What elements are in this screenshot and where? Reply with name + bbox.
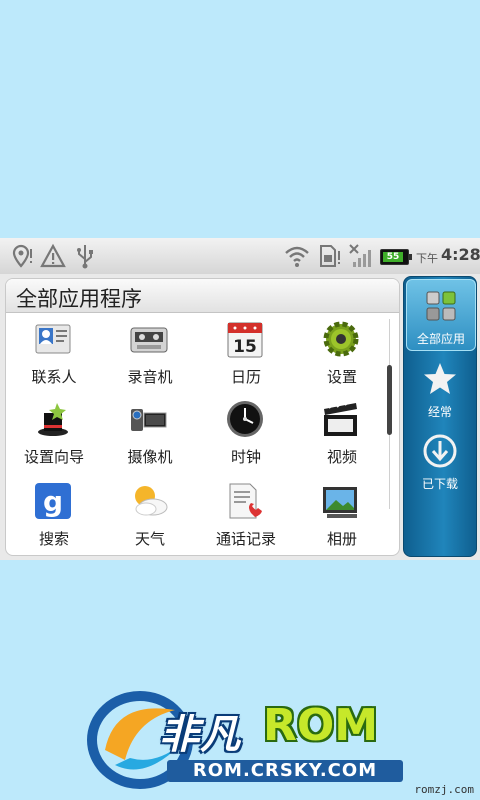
app-label: 设置 [326, 368, 357, 386]
gallery-icon [323, 487, 357, 518]
time-period: 下午 [416, 252, 438, 265]
app-gallery[interactable]: 相册 [294, 477, 390, 555]
app-setup-wizard[interactable]: 设置向导 [6, 395, 102, 473]
tab-label: 已下载 [421, 477, 458, 491]
call-log-icon [229, 483, 262, 519]
app-call-log[interactable]: 通话记录 [198, 477, 294, 555]
app-recorder[interactable]: 录音机 [102, 315, 198, 393]
app-label: 日历 [230, 368, 261, 386]
search-icon-letter: g [43, 485, 63, 518]
no-signal-icon [349, 244, 371, 267]
app-drawer-panel: 全部应用程序 联系人 录音机 15 日历 设置 设置向导 摄像机 时钟 视频 g… [5, 278, 400, 556]
tab-label: 经常 [427, 405, 452, 419]
app-contacts[interactable]: 联系人 [6, 315, 102, 393]
app-label: 设置向导 [23, 448, 84, 466]
brand-logo: 非凡 ROM ROM.CRSKY.COM [85, 690, 405, 790]
app-label: 摄像机 [127, 448, 173, 466]
star-icon [424, 363, 456, 394]
location-icon [12, 244, 32, 268]
category-tab-bar: 全部应用 经常 已下载 [403, 276, 477, 557]
settings-icon [323, 321, 359, 357]
clock-icon [227, 401, 263, 437]
scrollbar[interactable] [387, 365, 392, 435]
logo-rom-text: ROM [263, 700, 379, 751]
app-settings[interactable]: 设置 [294, 315, 390, 393]
watermark-text: romzj.com [414, 783, 474, 796]
battery-level: 55 [386, 252, 400, 262]
phone-screen: 55 下午 4:28 全部应用程序 联系人 录音机 15 日历 设置 设置向导 … [0, 238, 480, 560]
app-label: 搜索 [38, 530, 69, 548]
contacts-icon [35, 324, 71, 354]
logo-url: ROM.CRSKY.COM [167, 760, 403, 782]
app-search[interactable]: g 搜索 [6, 477, 102, 555]
usb-icon [77, 245, 93, 269]
setup-wizard-icon [38, 403, 68, 436]
app-label: 视频 [326, 448, 357, 466]
sim-warning-icon [320, 245, 340, 267]
app-label: 相册 [326, 530, 357, 548]
tab-downloaded[interactable]: 已下载 [406, 425, 474, 495]
wifi-icon [285, 246, 309, 267]
warning-icon [40, 243, 66, 268]
app-label: 录音机 [127, 368, 173, 386]
app-label: 天气 [134, 530, 165, 548]
battery-icon: 55 [380, 249, 412, 265]
app-video[interactable]: 视频 [294, 395, 390, 473]
tab-frequent[interactable]: 经常 [406, 353, 474, 423]
calendar-date-text: 15 [233, 337, 257, 357]
video-icon [324, 400, 357, 436]
download-icon [423, 434, 457, 468]
app-weather[interactable]: 天气 [102, 477, 198, 555]
grid-icon [426, 291, 456, 321]
app-calendar[interactable]: 15 日历 [198, 315, 294, 393]
camcorder-icon [131, 409, 167, 431]
weather-icon [135, 486, 168, 516]
logo-chinese-text: 非凡 [159, 712, 241, 758]
app-grid: 联系人 录音机 15 日历 设置 设置向导 摄像机 时钟 视频 g 搜索 天气 … [6, 315, 386, 555]
panel-header: 全部应用程序 [6, 279, 399, 313]
status-bar: 55 下午 4:28 [0, 238, 480, 274]
calendar-icon: 15 [227, 322, 263, 358]
tab-label: 全部应用 [416, 332, 465, 346]
tab-all-apps[interactable]: 全部应用 [406, 279, 476, 351]
page-title: 全部应用程序 [16, 287, 142, 311]
recorder-icon [130, 327, 168, 353]
app-clock[interactable]: 时钟 [198, 395, 294, 473]
app-camcorder[interactable]: 摄像机 [102, 395, 198, 473]
app-label: 时钟 [230, 448, 261, 466]
app-label: 通话记录 [215, 530, 276, 548]
google-search-icon: g [35, 483, 71, 519]
clock-time: 4:28 [441, 245, 480, 264]
app-label: 联系人 [31, 368, 77, 386]
